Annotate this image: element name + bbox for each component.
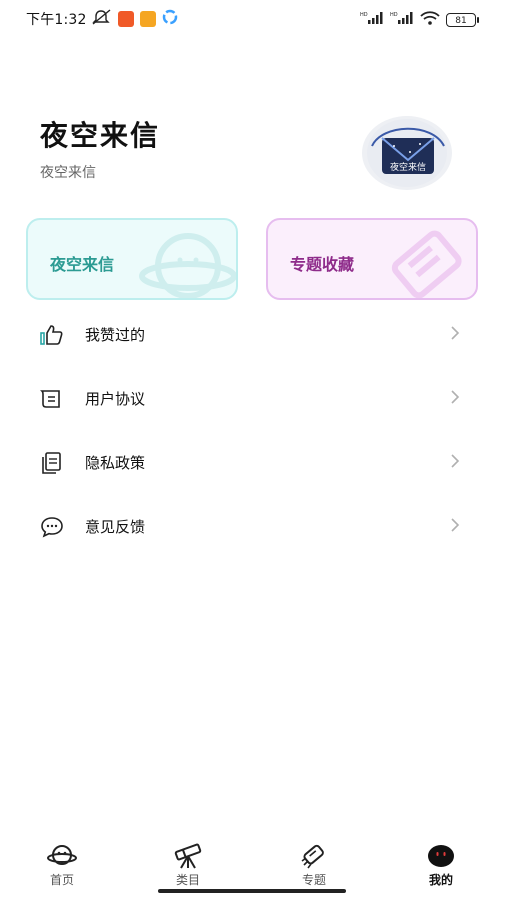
night-letters-card-label: 夜空来信 [50, 255, 115, 274]
nav-tab-topics[interactable]: 专题 [284, 843, 344, 888]
status-bar: 下午1:32 HD HD 81 [0, 0, 506, 36]
menu-item-liked[interactable]: 我赞过的 [0, 302, 506, 366]
menu-item-label: 意见反馈 [85, 518, 146, 536]
menu-item-user-agreement[interactable]: 用户协议 [0, 366, 506, 430]
profile-title: 夜空来信 [40, 119, 161, 152]
profile-subtitle: 夜空来信 [40, 165, 96, 181]
wifi-icon [420, 10, 440, 29]
svg-text:HD: HD [360, 12, 368, 18]
svg-text:HD: HD [390, 12, 398, 18]
menu-item-feedback[interactable]: 意见反馈 [0, 494, 506, 558]
topic-favorites-card-label: 专题收藏 [290, 255, 355, 274]
svg-text:夜空来信: 夜空来信 [390, 161, 426, 173]
thumbs-up-icon [40, 324, 63, 346]
topic-favorites-card[interactable]: 专题收藏 [266, 218, 478, 300]
avatar[interactable]: 夜空来信 [362, 116, 452, 190]
chat-bubble-icon [40, 516, 63, 538]
night-letters-card[interactable]: 夜空来信 [26, 218, 238, 300]
menu-item-label: 我赞过的 [85, 326, 146, 344]
battery-icon: 81 [446, 12, 479, 27]
menu-list: 我赞过的 用户协议 隐私政策 意见反馈 [0, 302, 506, 558]
menu-item-label: 隐私政策 [85, 454, 146, 472]
telescope-icon [173, 843, 203, 869]
planet-icon [47, 843, 77, 869]
cellular-signal-icon-2: HD [390, 10, 414, 29]
planet-decor-icon [138, 226, 236, 298]
status-time: 下午1:32 [26, 12, 87, 28]
nav-tab-category[interactable]: 类目 [158, 843, 218, 888]
home-indicator[interactable] [158, 889, 346, 893]
nav-tab-mine[interactable]: 我的 [411, 843, 471, 888]
rocket-decor-icon [378, 226, 476, 298]
nav-tab-home[interactable]: 首页 [32, 843, 92, 888]
rocket-icon [299, 843, 329, 869]
scroll-icon [40, 388, 62, 410]
chevron-right-icon [450, 453, 460, 469]
nav-label: 类目 [175, 873, 200, 887]
nav-label: 专题 [301, 873, 326, 887]
profile-face-icon [426, 843, 456, 869]
nav-label: 首页 [49, 873, 74, 887]
menu-item-label: 用户协议 [85, 390, 146, 408]
chevron-right-icon [450, 325, 460, 341]
mute-icon [92, 9, 112, 29]
document-icon [40, 452, 62, 474]
chevron-right-icon [450, 389, 460, 405]
chevron-right-icon [450, 517, 460, 533]
message-notification-icon [140, 11, 156, 27]
browser-notification-icon [162, 9, 178, 29]
cellular-signal-icon: HD [360, 10, 384, 29]
app-notification-icon [118, 11, 134, 27]
menu-item-privacy-policy[interactable]: 隐私政策 [0, 430, 506, 494]
nav-label: 我的 [428, 873, 453, 887]
